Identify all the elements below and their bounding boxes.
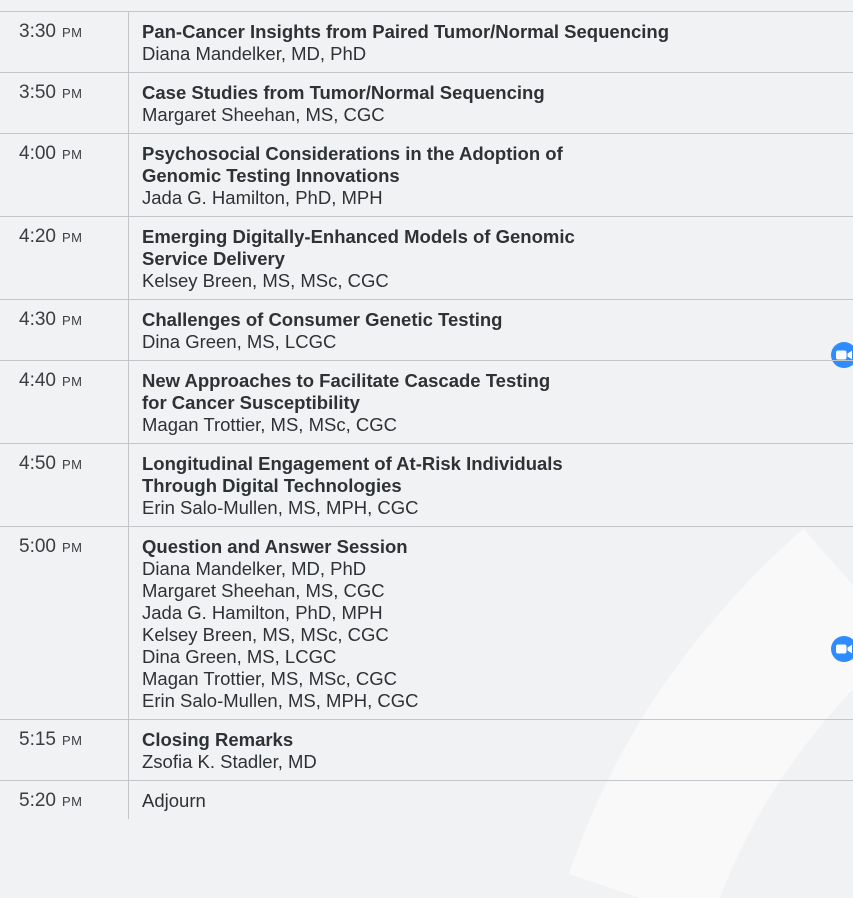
session-speaker: Diana Mandelker, MD, PhD: [142, 43, 367, 64]
session-speaker: Kelsey Breen, MS, MSc, CGC: [142, 270, 389, 291]
session-speaker: Margaret Sheehan, MS, CGC: [142, 580, 385, 601]
session-speaker: Dina Green, MS, LCGC: [142, 331, 337, 352]
session-title: Psychosocial Considerations in the Adopt…: [142, 143, 563, 164]
session-details: Case Studies from Tumor/Normal Sequencin…: [129, 73, 853, 133]
zoom-video-icon[interactable]: [831, 636, 853, 662]
session-title-line-2: Service Delivery: [142, 248, 285, 269]
session-speaker: Erin Salo-Mullen, MS, MPH, CGC: [142, 690, 419, 711]
agenda-row: 5:00 PM Question and Answer Session Diana…: [0, 526, 853, 719]
session-title: Case Studies from Tumor/Normal Sequencin…: [142, 82, 545, 103]
agenda-row: 4:00 PM Psychosocial Considerations in th…: [0, 133, 853, 216]
session-time: 5:15 PM: [0, 720, 129, 780]
agenda-row: 5:15 PM Closing Remarks Zsofia K. Stadler…: [0, 719, 853, 780]
session-title: Closing Remarks: [142, 729, 294, 750]
session-title-line-2: Genomic Testing Innovations: [142, 165, 400, 186]
session-time: 4:40 PM: [0, 361, 129, 443]
session-details: Challenges of Consumer Genetic Testing D…: [129, 300, 853, 360]
session-speaker: Erin Salo-Mullen, MS, MPH, CGC: [142, 497, 419, 518]
session-speaker: Adjourn: [142, 790, 206, 811]
session-title: New Approaches to Facilitate Cascade Tes…: [142, 370, 551, 391]
agenda-row: 4:30 PM Challenges of Consumer Genetic Te…: [0, 299, 853, 368]
session-details: Pan-Cancer Insights from Paired Tumor/No…: [129, 12, 853, 72]
session-time: 3:30 PM: [0, 12, 129, 72]
session-title: Challenges of Consumer Genetic Testing: [142, 309, 503, 330]
session-details: Psychosocial Considerations in the Adopt…: [129, 134, 853, 216]
session-title-line-2: Through Digital Technologies: [142, 475, 402, 496]
session-details: Question and Answer Session Diana Mandel…: [129, 527, 853, 719]
session-details: Longitudinal Engagement of At-Risk Indiv…: [129, 444, 853, 526]
session-title: Emerging Digitally-Enhanced Models of Ge…: [142, 226, 575, 247]
session-speaker: Zsofia K. Stadler, MD: [142, 751, 317, 772]
agenda-row: 5:20 PM Adjourn: [0, 780, 853, 819]
agenda-row: 4:40 PM New Approaches to Facilitate Casc…: [0, 360, 853, 443]
session-speaker: Dina Green, MS, LCGC: [142, 646, 337, 667]
session-time: 5:20 PM: [0, 781, 129, 819]
session-time: 3:50 PM: [0, 73, 129, 133]
session-time: 4:20 PM: [0, 217, 129, 299]
agenda-schedule: 3:30 PM Pan-Cancer Insights from Paired T…: [0, 11, 853, 819]
session-details: Emerging Digitally-Enhanced Models of Ge…: [129, 217, 853, 299]
session-speaker: Kelsey Breen, MS, MSc, CGC: [142, 624, 389, 645]
session-title: Question and Answer Session: [142, 536, 408, 557]
session-speaker: Magan Trottier, MS, MSc, CGC: [142, 414, 397, 435]
session-details: New Approaches to Facilitate Cascade Tes…: [129, 361, 853, 443]
session-speaker: Jada G. Hamilton, PhD, MPH: [142, 602, 383, 623]
session-details: Adjourn: [129, 781, 853, 819]
session-title: Longitudinal Engagement of At-Risk Indiv…: [142, 453, 563, 474]
session-speaker: Margaret Sheehan, MS, CGC: [142, 104, 385, 125]
session-time: 4:30 PM: [0, 300, 129, 360]
session-time: 4:00 PM: [0, 134, 129, 216]
agenda-row: 3:50 PM Case Studies from Tumor/Normal Se…: [0, 72, 853, 133]
session-time: 4:50 PM: [0, 444, 129, 526]
agenda-row: 3:30 PM Pan-Cancer Insights from Paired T…: [0, 11, 853, 72]
agenda-row: 4:20 PM Emerging Digitally-Enhanced Model…: [0, 216, 853, 299]
agenda-row: 4:50 PM Longitudinal Engagement of At-Ris…: [0, 443, 853, 526]
session-title: Pan-Cancer Insights from Paired Tumor/No…: [142, 21, 670, 42]
session-time: 5:00 PM: [0, 527, 129, 719]
session-details: Closing Remarks Zsofia K. Stadler, MD: [129, 720, 853, 780]
session-speaker: Diana Mandelker, MD, PhD: [142, 558, 367, 579]
session-speaker: Jada G. Hamilton, PhD, MPH: [142, 187, 383, 208]
session-speaker: Magan Trottier, MS, MSc, CGC: [142, 668, 397, 689]
session-title-line-2: for Cancer Susceptibility: [142, 392, 360, 413]
